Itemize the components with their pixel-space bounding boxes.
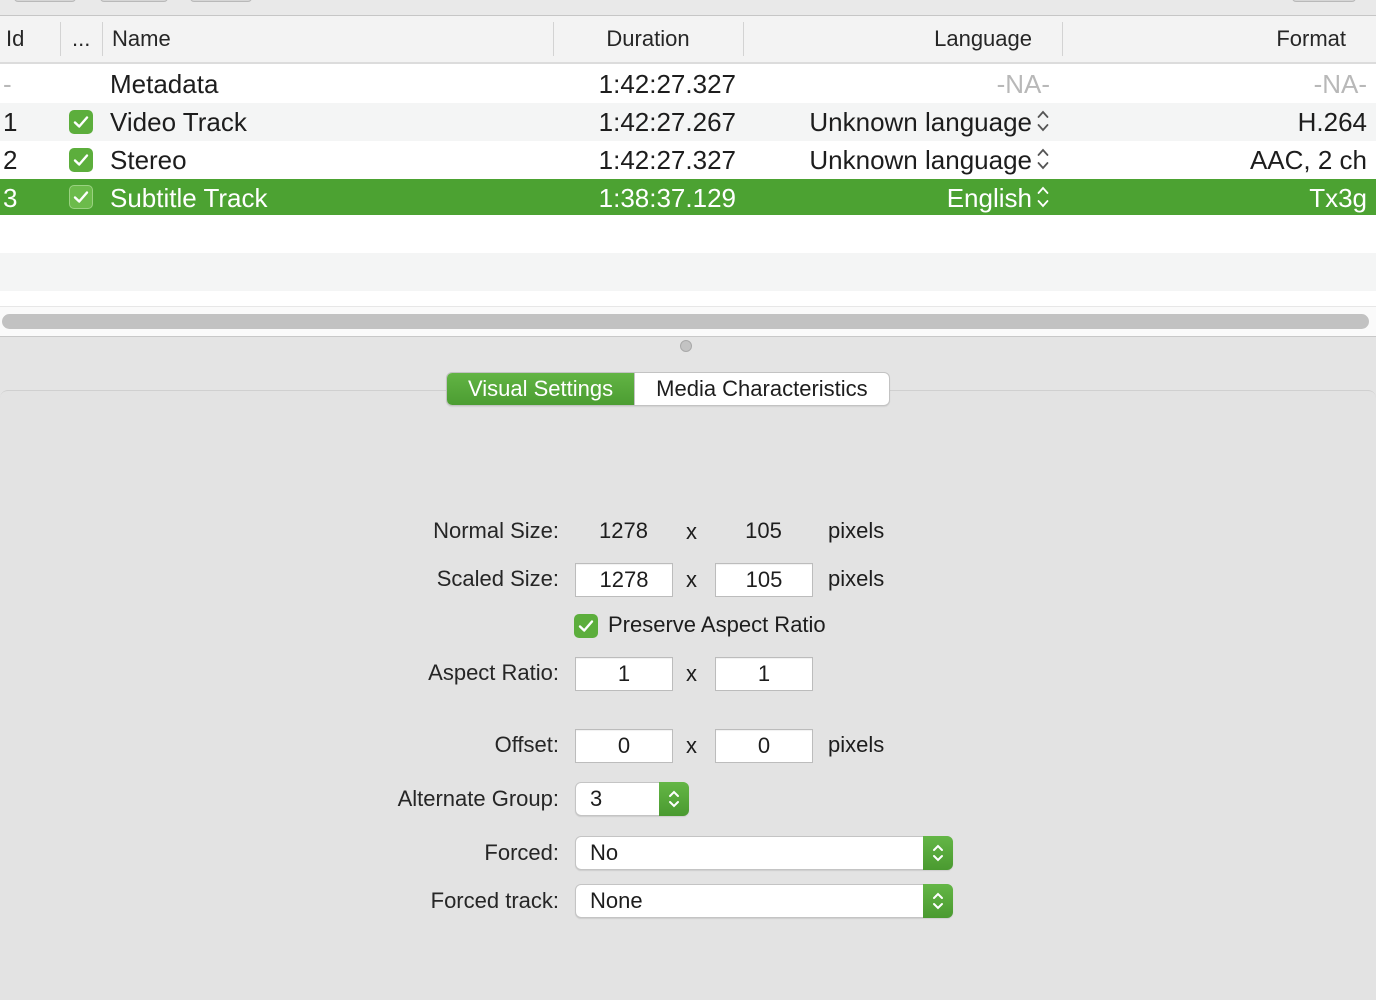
alternate-group-label: Alternate Group: [397, 786, 559, 811]
toolbar-button-2[interactable] [100, 0, 168, 2]
track-enabled-checkbox[interactable] [69, 179, 95, 217]
track-language-popup[interactable]: Unknown language [745, 141, 1050, 179]
empty-row [0, 215, 1376, 253]
horizontal-scrollbar[interactable] [0, 306, 1376, 336]
forced-track-popup[interactable]: None [575, 884, 953, 918]
table-row[interactable]: 2 Stereo 1:42:27.327 Unknown language AA… [0, 141, 1376, 179]
column-header-id[interactable]: Id [0, 16, 30, 62]
table-row-selected[interactable]: 3 Subtitle Track 1:38:37.129 English Tx3… [0, 179, 1376, 215]
scaled-width-field[interactable]: 1278 [575, 563, 673, 597]
table-row[interactable]: - Metadata 1:42:27.327 -NA- -NA- [0, 65, 1376, 103]
track-format: AAC, 2 ch [1249, 145, 1367, 175]
alternate-group-popup[interactable]: 3 [575, 782, 689, 816]
preserve-aspect-ratio-checkbox[interactable] [574, 614, 598, 638]
pixels-unit: pixels [828, 518, 885, 543]
alternate-group-value: 3 [590, 786, 603, 811]
track-duration: 1:38:37.129 [598, 183, 736, 213]
times-sign: x [686, 567, 697, 592]
offset-label: Offset: [494, 732, 559, 757]
aspect-ratio-label: Aspect Ratio: [428, 660, 559, 685]
offset-x-field[interactable]: 0 [575, 729, 673, 763]
track-id: - [3, 69, 12, 99]
track-name: Stereo [110, 145, 187, 175]
track-language: Unknown language [809, 107, 1032, 137]
table-header: Id ... Name Duration Language Format [0, 16, 1376, 64]
up-down-chevron-icon [659, 782, 689, 816]
track-duration: 1:42:27.327 [598, 69, 736, 99]
aspect-width-field[interactable]: 1 [575, 657, 673, 691]
up-down-chevron-icon [923, 836, 953, 870]
toolbar-button-1[interactable] [14, 0, 76, 2]
column-header-language[interactable]: Language [748, 16, 1038, 62]
times-sign: x [686, 733, 697, 758]
pixels-unit: pixels [828, 732, 885, 757]
pixels-unit: pixels [828, 566, 885, 591]
tab-visual-settings[interactable]: Visual Settings [447, 373, 635, 405]
up-down-chevron-icon [1037, 110, 1049, 132]
track-name: Metadata [110, 69, 219, 99]
track-duration: 1:42:27.327 [598, 145, 736, 175]
forced-label: Forced: [484, 840, 559, 865]
track-language-popup[interactable]: English [745, 179, 1050, 217]
up-down-chevron-icon [1037, 186, 1049, 208]
track-format: -NA- [1313, 69, 1367, 99]
preserve-aspect-ratio-label[interactable]: Preserve Aspect Ratio [608, 612, 826, 638]
toolbar-button-3[interactable] [190, 0, 252, 2]
track-enabled-checkbox[interactable] [69, 103, 95, 141]
column-header-duration[interactable]: Duration [560, 16, 736, 62]
track-format: Tx3g [1309, 183, 1367, 213]
up-down-chevron-icon [923, 884, 953, 918]
checkmark-icon [69, 110, 93, 134]
tab-media-characteristics[interactable]: Media Characteristics [634, 373, 889, 405]
scrollbar-thumb[interactable] [2, 314, 1369, 329]
track-language: -NA- [996, 69, 1050, 99]
track-format: H.264 [1297, 107, 1367, 137]
toolbar-button-4[interactable] [1292, 0, 1356, 2]
split-handle[interactable] [680, 340, 692, 352]
table-row[interactable]: 1 Video Track 1:42:27.267 Unknown langua… [0, 103, 1376, 141]
track-duration: 1:42:27.267 [598, 107, 736, 137]
forced-value: No [590, 840, 619, 865]
track-language: Unknown language [809, 145, 1032, 175]
normal-height-value: 105 [745, 518, 782, 543]
track-language: English [946, 183, 1032, 213]
forced-popup[interactable]: No [575, 836, 953, 870]
normal-width-value: 1278 [599, 518, 648, 543]
column-header-format[interactable]: Format [1066, 16, 1352, 62]
track-id: 3 [3, 183, 18, 213]
track-table: Id ... Name Duration Language Format - M… [0, 16, 1376, 336]
times-sign: x [686, 519, 697, 544]
track-id: 1 [3, 107, 18, 137]
forced-track-label: Forced track: [430, 888, 559, 913]
checkmark-icon [69, 185, 93, 209]
toolbar [0, 0, 1376, 16]
track-language-popup[interactable]: Unknown language [745, 103, 1050, 141]
forced-track-value: None [590, 888, 643, 913]
track-name: Subtitle Track [110, 183, 268, 213]
track-id: 2 [3, 145, 18, 175]
track-enabled-checkbox[interactable] [69, 141, 95, 179]
track-name: Video Track [110, 107, 247, 137]
up-down-chevron-icon [1037, 148, 1049, 170]
checkmark-icon [69, 148, 93, 172]
times-sign: x [686, 661, 697, 686]
tab-control: Visual Settings Media Characteristics [446, 372, 890, 406]
column-header-enabled[interactable]: ... [66, 16, 96, 62]
checkmark-icon [578, 620, 594, 632]
scaled-height-field[interactable]: 105 [715, 563, 813, 597]
empty-row [0, 253, 1376, 291]
offset-y-field[interactable]: 0 [715, 729, 813, 763]
normal-size-label: Normal Size: [433, 518, 559, 543]
column-header-name[interactable]: Name [106, 16, 177, 62]
scaled-size-label: Scaled Size: [436, 566, 559, 591]
split-divider [0, 336, 1376, 337]
aspect-height-field[interactable]: 1 [715, 657, 813, 691]
